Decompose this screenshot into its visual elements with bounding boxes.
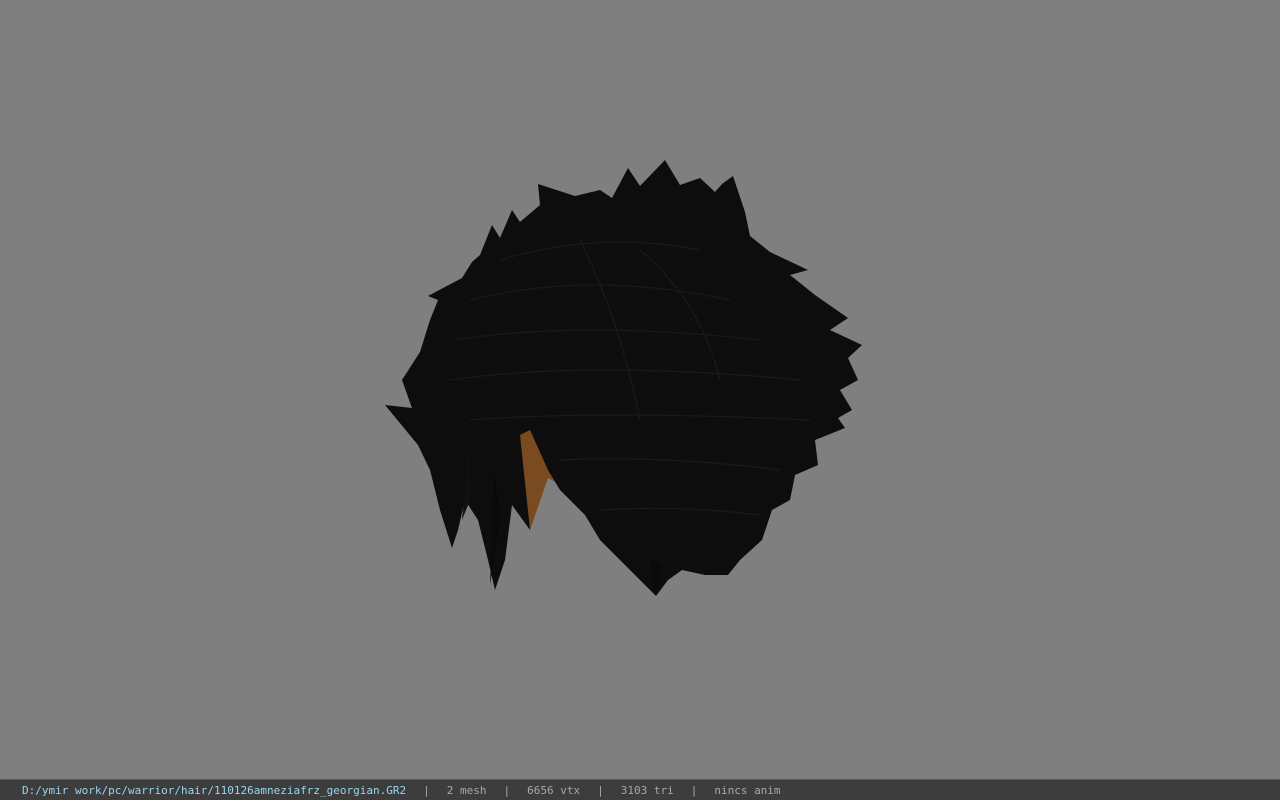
separator: | xyxy=(503,783,511,797)
file-path: D:/ymir work/pc/warrior/hair/110126amnez… xyxy=(22,783,407,797)
hair-model xyxy=(385,160,862,596)
triangle-count: 3103 tri xyxy=(620,783,674,797)
separator: | xyxy=(690,783,698,797)
mesh-count: 2 mesh xyxy=(446,783,487,797)
status-bar: D:/ymir work/pc/warrior/hair/110126amnez… xyxy=(0,779,1280,800)
hair-silhouette xyxy=(385,160,862,596)
anim-status: nincs anim xyxy=(714,783,781,797)
vertex-count: 6656 vtx xyxy=(527,783,581,797)
3d-viewport[interactable] xyxy=(0,0,1280,779)
separator: | xyxy=(597,783,604,797)
separator: | xyxy=(423,783,430,797)
